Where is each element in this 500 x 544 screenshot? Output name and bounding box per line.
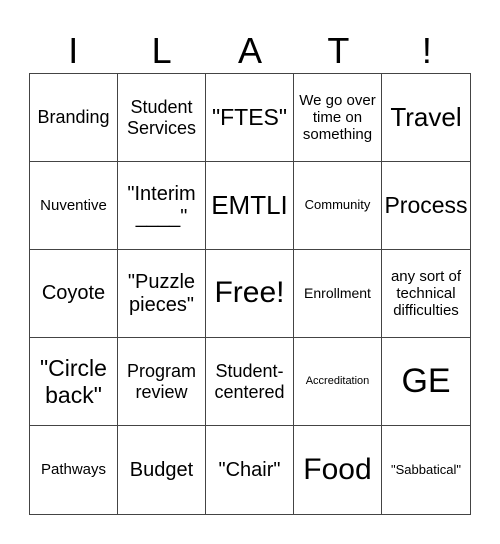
bingo-cell[interactable]: Community [294,162,382,250]
bingo-cell[interactable]: "Sabbatical" [382,426,470,514]
header-letter: I [68,30,79,71]
bingo-cell[interactable]: "FTES" [206,74,294,162]
bingo-header: I L A T ! [29,28,471,73]
bingo-cell[interactable]: Enrollment [294,250,382,338]
bingo-cell[interactable]: Free! [206,250,294,338]
bingo-cell[interactable]: Food [294,426,382,514]
bingo-cell[interactable]: Program review [118,338,206,426]
header-letter: L [151,30,172,71]
bingo-cell[interactable]: Nuventive [30,162,118,250]
bingo-cell[interactable]: EMTLI [206,162,294,250]
bingo-cell[interactable]: Travel [382,74,470,162]
bingo-cell[interactable]: any sort of technical difficulties [382,250,470,338]
bingo-cell[interactable]: Coyote [30,250,118,338]
bingo-cell[interactable]: Process [382,162,470,250]
header-letter: A [238,30,263,71]
bingo-cell[interactable]: "Chair" [206,426,294,514]
bingo-cell[interactable]: "Puzzle pieces" [118,250,206,338]
bingo-cell[interactable]: Student-centered [206,338,294,426]
header-letter: ! [421,30,432,71]
bingo-cell[interactable]: Branding [30,74,118,162]
bingo-grid: Branding Student Services "FTES" We go o… [29,73,471,515]
bingo-cell[interactable]: GE [382,338,470,426]
header-letter: T [327,30,350,71]
bingo-cell[interactable]: Accreditation [294,338,382,426]
bingo-cell[interactable]: Budget [118,426,206,514]
bingo-cell[interactable]: "Circle back" [30,338,118,426]
bingo-cell[interactable]: Pathways [30,426,118,514]
bingo-cell[interactable]: Student Services [118,74,206,162]
bingo-cell[interactable]: We go over time on something [294,74,382,162]
bingo-cell[interactable]: "Interim ____" [118,162,206,250]
